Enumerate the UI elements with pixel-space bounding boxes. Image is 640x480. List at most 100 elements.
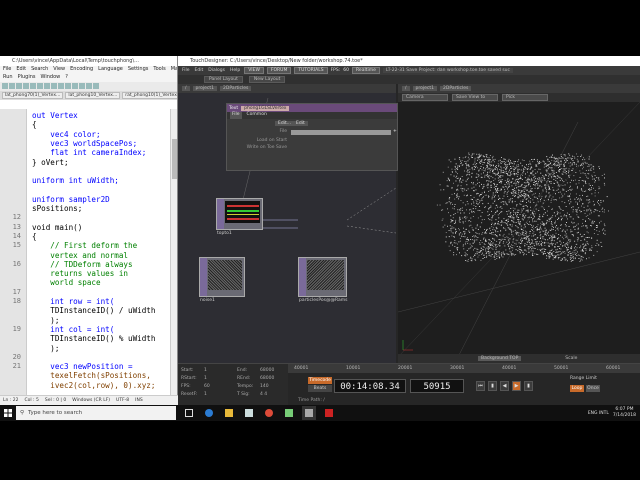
code-line: int row = int( [32,297,115,306]
setting-value[interactable]: 1 [204,368,207,373]
play-icon[interactable]: ▶ [512,381,521,391]
td-menu-button[interactable]: FORUM [266,67,292,74]
toolbar-button-icon[interactable] [37,83,43,89]
setting-value[interactable]: 60 [204,384,210,389]
menu-item[interactable]: Edit [16,66,26,74]
line-number: 13 [12,222,21,231]
menu-item[interactable]: Macro [171,66,177,74]
setting-value[interactable]: 1 [204,392,207,397]
play-back-icon[interactable]: ◀ [500,381,509,391]
path-segment[interactable]: project1 [192,86,218,91]
toolbar-button-icon[interactable] [79,83,85,89]
camera-dropdown[interactable]: Camera [402,94,448,101]
toolbar-button-icon[interactable] [93,83,99,89]
step-forward-icon[interactable]: ▮ [524,381,533,391]
toolbar-button-icon[interactable] [51,83,57,89]
td-menu-button[interactable]: TUTORIALS [294,67,328,74]
menu-item[interactable]: Language [98,66,123,74]
menu-item[interactable]: Search [31,66,48,74]
task-view-icon[interactable] [182,406,196,420]
td-menu-item[interactable]: File [181,68,191,73]
scrollbar-thumb[interactable] [172,139,177,179]
param-tab-common[interactable]: Common [247,112,267,119]
toolbar-button-icon[interactable] [9,83,15,89]
code-editor[interactable]: out Vertex{ vec4 color; vec3 worldSpaceP… [0,109,178,395]
clock[interactable]: 6:07 PM 7/14/2018 [613,407,636,419]
background-top-button[interactable]: Background TOP [478,356,522,361]
file-explorer-icon[interactable] [222,406,236,420]
setting-value[interactable]: 68000 [260,368,274,373]
path-segment[interactable]: project1 [412,86,438,91]
file-tab[interactable]: rat_phong10(1)_Vertex... [122,92,177,99]
toolbar-button-icon[interactable] [23,83,29,89]
param-tab-file[interactable]: File [230,112,242,119]
step-back-icon[interactable]: ▮ [488,381,497,391]
menu-item[interactable]: Encoding [70,66,93,74]
path-segment[interactable]: / [402,86,410,91]
timeline-controls: Timecode Beats 00:14:08.34 50915 ⏮ ▮ ◀ ▶… [288,373,640,406]
toolbar-button-icon[interactable] [86,83,92,89]
frame-display[interactable]: 50915 [410,379,464,393]
menu-item[interactable]: Run [3,74,13,82]
path-segment[interactable]: / [182,86,190,91]
add-icon[interactable]: + [393,129,397,134]
loop-toggle[interactable]: Loop [570,385,584,392]
notepad-icon[interactable] [282,406,296,420]
timeline-ruler[interactable]: 40001 10001 20001 30001 40001 50001 60001 [288,364,640,373]
realtime-toggle[interactable]: Realtime [352,67,380,74]
mail-icon[interactable] [242,406,256,420]
vertical-scrollbar[interactable] [170,109,177,395]
pick-dropdown[interactable]: Pick [502,94,548,101]
file-tab[interactable]: lat_phong10_Vertex... [65,92,121,99]
menu-item[interactable]: View [53,66,65,74]
menu-item[interactable]: Plugins [18,74,36,82]
language-indicator[interactable]: ENG INTL [588,411,609,416]
node-topto1[interactable]: topto1 [216,198,263,236]
toolbar-button-icon[interactable] [72,83,78,89]
setting-value[interactable]: 68000 [260,376,274,381]
toolbar-button-icon[interactable] [16,83,22,89]
toolbar-button-icon[interactable] [65,83,71,89]
edit-button[interactable]: Edit [293,121,308,126]
edit-dots-button[interactable]: Edit... [275,121,295,126]
menu-item[interactable]: Window [41,74,61,82]
edge-icon[interactable] [202,406,216,420]
file-tab[interactable]: lat_phong70(1)_Vertex... [2,92,64,99]
chrome-icon[interactable] [262,406,276,420]
setting-value[interactable]: 4 4 [260,392,267,397]
td-menu-item[interactable]: Dialogs [207,68,226,73]
toolbar-button-icon[interactable] [30,83,36,89]
toolbar-button-icon[interactable] [58,83,64,89]
geometry-viewer[interactable] [398,102,640,363]
once-toggle[interactable]: Once [586,385,600,392]
path-segment[interactable]: 2DParticles [440,86,472,91]
setting-value[interactable]: 140 [260,384,269,389]
file-path-field[interactable] [291,130,391,135]
windows-start-icon[interactable] [0,405,16,421]
beats-toggle[interactable]: Beats [308,385,332,392]
new-layout-button[interactable]: New Layout [248,76,286,83]
pdf-icon[interactable] [322,406,336,420]
node-particles-pos[interactable]: particlesPos@@Rams [298,257,347,303]
td-menu-button[interactable]: VIEW [244,67,264,74]
setting-value[interactable]: 1 [204,376,207,381]
rewind-icon[interactable]: ⏮ [476,381,485,391]
td-menu-item[interactable]: Help [229,68,241,73]
touchdesigner-icon[interactable] [302,406,316,420]
menu-item[interactable]: File [3,66,11,74]
time-display[interactable]: 00:14:08.34 [334,379,406,393]
save-view-dropdown[interactable]: Save View to [452,94,498,101]
taskbar-search-box[interactable]: ⚲ Type here to search [16,406,176,420]
toolbar-button-icon[interactable] [44,83,50,89]
node-noise1[interactable]: noise1 [199,257,245,303]
line-number: 18 [12,297,21,305]
toolbar-button-icon[interactable] [2,83,8,89]
timecode-toggle[interactable]: Timecode [308,377,332,384]
menu-item[interactable]: Settings [128,66,149,74]
panel-layout-button[interactable]: Panel Layout [204,76,243,83]
td-menu-item[interactable]: Edit [194,68,205,73]
param-op-name[interactable]: phong1GLSLVertex [241,105,290,111]
menu-item[interactable]: Tools [153,66,165,74]
path-segment[interactable]: 2DParticles [220,86,252,91]
menu-item[interactable]: ? [65,74,68,82]
